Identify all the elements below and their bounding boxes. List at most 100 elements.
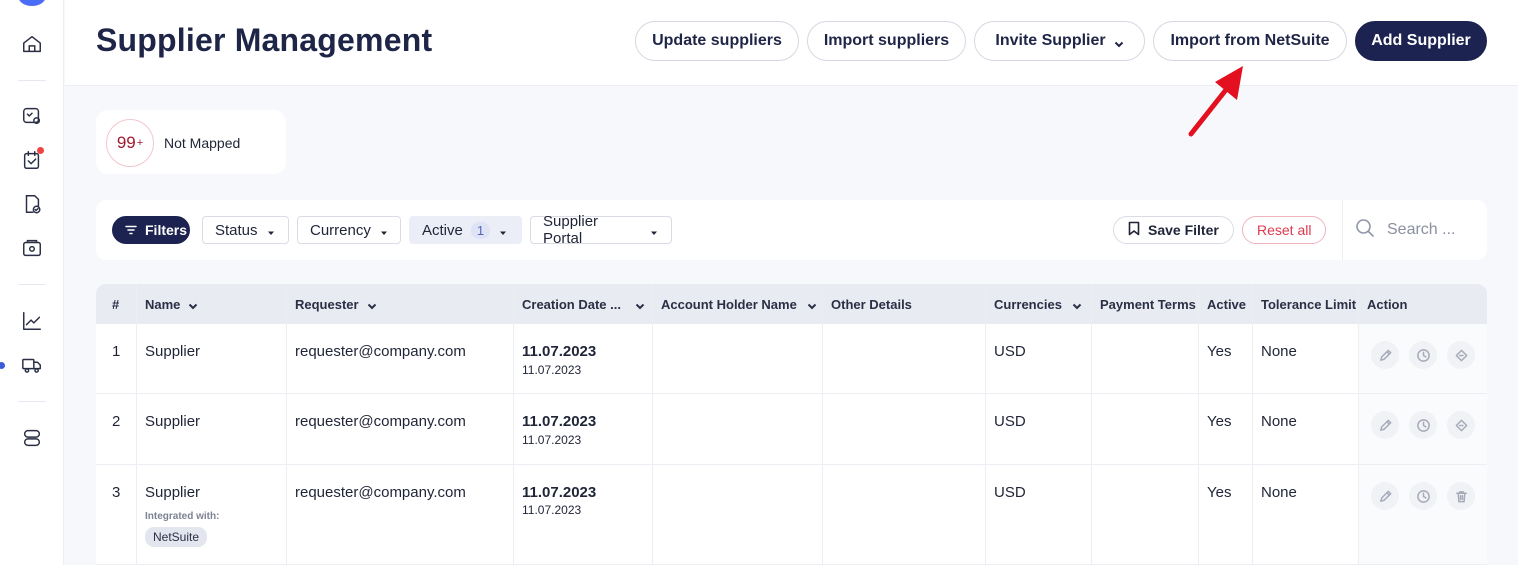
sidebar-divider [18,284,46,285]
caret-down-icon [498,225,508,235]
edit-icon[interactable] [1371,411,1399,439]
column-header-creation-date[interactable]: Creation Date ... [522,284,645,324]
table-row[interactable]: 1 Supplier requester@company.com 11.07.2… [96,324,1487,394]
creation-date: 11.07.2023 [522,484,597,501]
page-header: Supplier Management Update suppliers Imp… [65,0,1518,86]
not-mapped-card[interactable]: 99 + Not Mapped [96,110,286,174]
column-header-label: Payment Terms [1100,296,1196,312]
history-icon[interactable] [1409,411,1437,439]
search-box[interactable] [1342,200,1487,260]
reset-all-button[interactable]: Reset all [1242,216,1327,244]
chevron-down-icon[interactable] [188,299,198,310]
column-header-currencies[interactable]: Currencies [994,284,1082,324]
restore-icon[interactable] [1447,411,1475,439]
import-from-netsuite-label: Import from NetSuite [1170,32,1330,49]
column-header-label: Currencies [994,296,1062,312]
truck-icon[interactable] [20,353,44,377]
filters-button[interactable]: Filters [112,216,190,244]
filter-icon [125,222,137,238]
currency-filter[interactable]: Currency [297,216,401,244]
active-filter[interactable]: Active 1 [409,216,522,244]
column-header-other-details: Other Details [831,284,912,324]
server-icon[interactable] [20,426,44,450]
active-indicator [0,362,5,369]
import-suppliers-button[interactable]: Import suppliers [807,21,966,61]
requester-email: requester@company.com [295,343,466,360]
trash-icon[interactable] [1447,482,1475,510]
search-icon [1355,218,1375,243]
chevron-down-icon[interactable] [635,299,645,310]
bookmark-icon [1128,221,1140,239]
column-header-account-holder[interactable]: Account Holder Name [661,284,817,324]
supplier-portal-filter[interactable]: Supplier Portal [530,213,672,247]
row-number: 3 [112,484,121,501]
chevron-down-icon[interactable] [1072,299,1082,310]
edit-icon[interactable] [1371,341,1399,369]
count-plus: + [136,137,144,149]
currency: USD [994,343,1026,360]
sidebar-divider [18,80,46,81]
chevron-down-icon[interactable] [807,299,817,310]
search-input[interactable] [1387,221,1477,239]
invite-supplier-button[interactable]: Invite Supplier [974,21,1145,61]
notification-dot [37,147,44,154]
column-header-label: Other Details [831,296,912,312]
creation-date-secondary: 11.07.2023 [522,433,582,447]
invite-supplier-label: Invite Supplier [995,32,1106,49]
history-icon[interactable] [1409,482,1437,510]
update-suppliers-button[interactable]: Update suppliers [635,21,799,61]
add-supplier-button[interactable]: Add Supplier [1355,21,1487,61]
edit-icon[interactable] [1371,482,1399,510]
chevron-down-icon [1114,36,1124,48]
column-header-tolerance: Tolerance Limit [1261,284,1356,324]
integration-tag: NetSuite [145,527,208,547]
save-filter-button[interactable]: Save Filter [1113,216,1234,244]
active-filter-count: 1 [470,221,491,239]
currency: USD [994,484,1026,501]
requester-email: requester@company.com [295,484,466,501]
supplier-portal-filter-label: Supplier Portal [543,213,599,247]
status-filter-label: Status [215,221,258,239]
row-number: 2 [112,413,121,430]
active-value: Yes [1207,484,1232,501]
active-value: Yes [1207,343,1232,360]
column-header-action: Action [1367,284,1407,324]
column-header-label: Active [1207,296,1247,312]
supplier-name[interactable]: Supplier [145,413,200,430]
suppliers-table: # Name Requester Creation Date ... Accou… [96,284,1487,565]
history-icon[interactable] [1409,341,1437,369]
annotation-arrow-icon [1188,66,1243,137]
tolerance-value: None [1261,484,1297,501]
filter-bar: Filters Status Currency Active 1 Supplie… [96,200,1487,260]
creation-date: 11.07.2023 [522,343,597,360]
restore-icon[interactable] [1447,341,1475,369]
creation-date-secondary: 11.07.2023 [522,363,582,377]
column-header-label: Requester [295,296,359,312]
supplier-name[interactable]: Supplier [145,484,200,501]
currency: USD [994,413,1026,430]
requester-email: requester@company.com [295,413,466,430]
app-logo[interactable] [18,0,46,6]
table-row[interactable]: 3 Supplier Integrated with: NetSuite req… [96,465,1487,565]
update-suppliers-label: Update suppliers [652,32,782,49]
home-icon[interactable] [20,32,44,56]
document-check-icon[interactable] [20,192,44,216]
integrated-with-label: Integrated with: [145,511,220,522]
column-header-num: # [112,284,119,324]
column-header-name[interactable]: Name [145,284,198,324]
creation-date: 11.07.2023 [522,413,597,430]
sidebar-divider [18,401,46,402]
assessment-icon[interactable] [20,104,44,128]
chart-icon[interactable] [20,309,44,333]
column-header-payment-terms: Payment Terms [1100,284,1196,324]
import-from-netsuite-button[interactable]: Import from NetSuite [1153,21,1347,61]
row-number: 1 [112,343,121,360]
tolerance-value: None [1261,343,1297,360]
wallet-icon[interactable] [20,236,44,260]
column-header-requester[interactable]: Requester [295,284,377,324]
creation-date-secondary: 11.07.2023 [522,503,582,517]
table-row[interactable]: 2 Supplier requester@company.com 11.07.2… [96,394,1487,465]
supplier-name[interactable]: Supplier [145,343,200,360]
status-filter[interactable]: Status [202,216,289,244]
chevron-down-icon[interactable] [367,299,377,310]
